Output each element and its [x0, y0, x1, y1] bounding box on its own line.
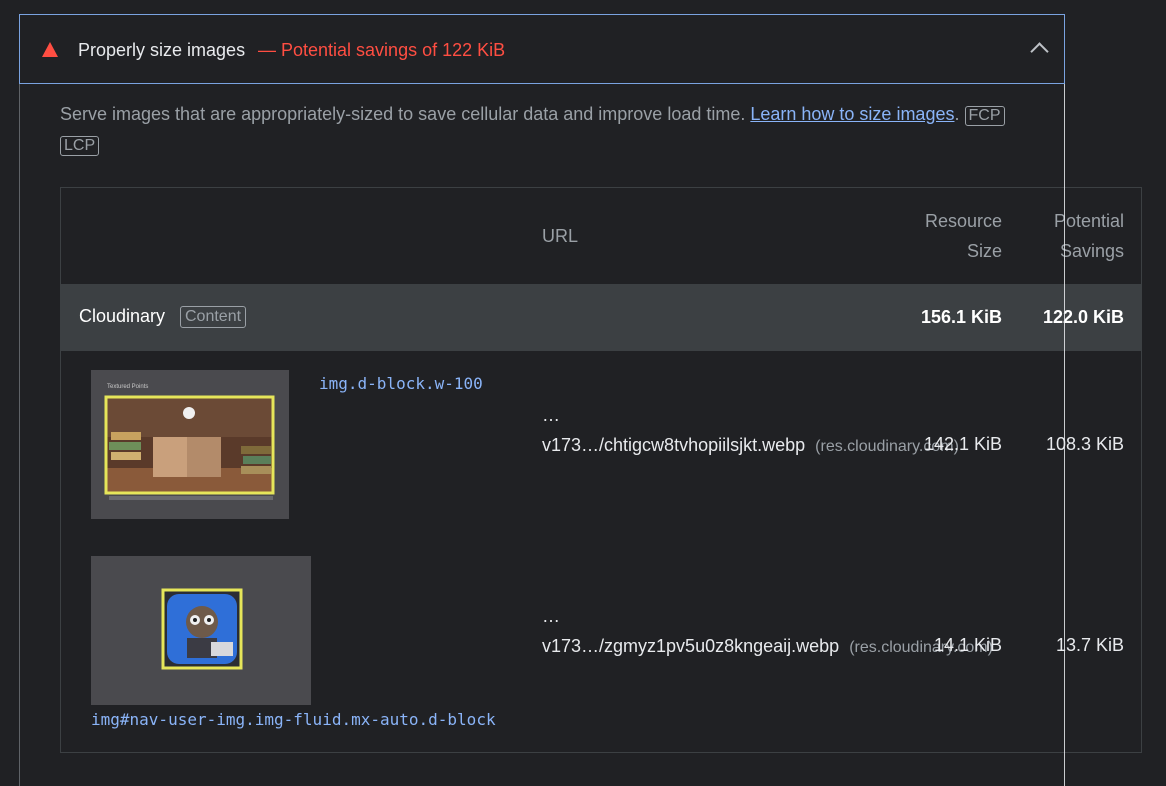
details-table: URL Resource Size Potential Savings Clou… — [60, 187, 1142, 753]
row-1-url[interactable]: … v173…/chtigcw8tvhopiilsjkt.webp (res.c… — [542, 400, 959, 462]
description-period: . — [954, 104, 960, 124]
row-1-resource-size: 142.1 KiB — [923, 434, 1002, 454]
metric-tag-fcp: FCP — [964, 106, 1005, 126]
group-savings: 122.0 KiB — [1042, 307, 1124, 327]
group-row: Cloudinary Content 156.1 KiB 122.0 KiB — [61, 285, 1141, 351]
row-1-thumbnail[interactable]: Textured Points — [91, 370, 289, 519]
group-name: Cloudinary — [79, 306, 166, 326]
header-savings: Potential Savings — [1021, 206, 1124, 266]
header-url: URL — [542, 226, 579, 246]
overlay-guide-line — [1064, 84, 1065, 786]
row-2-ellipsis: … — [542, 606, 560, 626]
chevron-up-icon[interactable] — [1030, 42, 1049, 61]
row-2-resource-size: 14.1 KiB — [933, 635, 1002, 655]
audit-title: Properly size images — [78, 40, 246, 60]
row-1-selector: img.d-block.w-100 — [319, 374, 483, 393]
thumb-caption: Textured Points — [107, 384, 148, 390]
header-resource-size: Resource Size — [881, 206, 1002, 266]
header-savings-line1: Potential — [1053, 211, 1124, 231]
metric-tag-lcp: LCP — [60, 136, 100, 156]
library-scene-image: Textured Points — [91, 370, 289, 519]
avatar-image — [91, 556, 311, 705]
audit-savings: — Potential savings of 122 KiB — [258, 40, 506, 60]
header-savings-line2: Savings — [1059, 241, 1124, 261]
header-resource-size-line1: Resource — [924, 211, 1002, 231]
warning-triangle-icon — [42, 42, 58, 57]
row-2-url-path: v173…/zgmyz1pv5u0z8kngeaij.webp — [542, 636, 840, 656]
description-text: Serve images that are appropriately-size… — [60, 104, 751, 124]
group-resource-size: 156.1 KiB — [920, 307, 1002, 327]
row-2-thumbnail[interactable] — [91, 556, 311, 705]
learn-more-link[interactable]: Learn how to size images — [750, 104, 954, 124]
row-1-url-path: v173…/chtigcw8tvhopiilsjkt.webp — [542, 435, 806, 455]
row-1-ellipsis: … — [542, 405, 560, 425]
row-2-selector: img#nav-user-img.img-fluid.mx-auto.d-blo… — [91, 710, 496, 729]
audit-header[interactable]: Properly size images — Potential savings… — [19, 14, 1065, 84]
audit-description: Serve images that are appropriately-size… — [60, 99, 1020, 159]
row-2-url[interactable]: … v173…/zgmyz1pv5u0z8kngeaij.webp (res.c… — [542, 601, 993, 663]
group-tag: Content — [180, 306, 247, 328]
row-1-savings: 108.3 KiB — [1045, 434, 1124, 454]
audit-left-border — [19, 84, 20, 786]
row-2-savings: 13.7 KiB — [1055, 635, 1124, 655]
header-resource-size-line2: Size — [966, 241, 1002, 261]
